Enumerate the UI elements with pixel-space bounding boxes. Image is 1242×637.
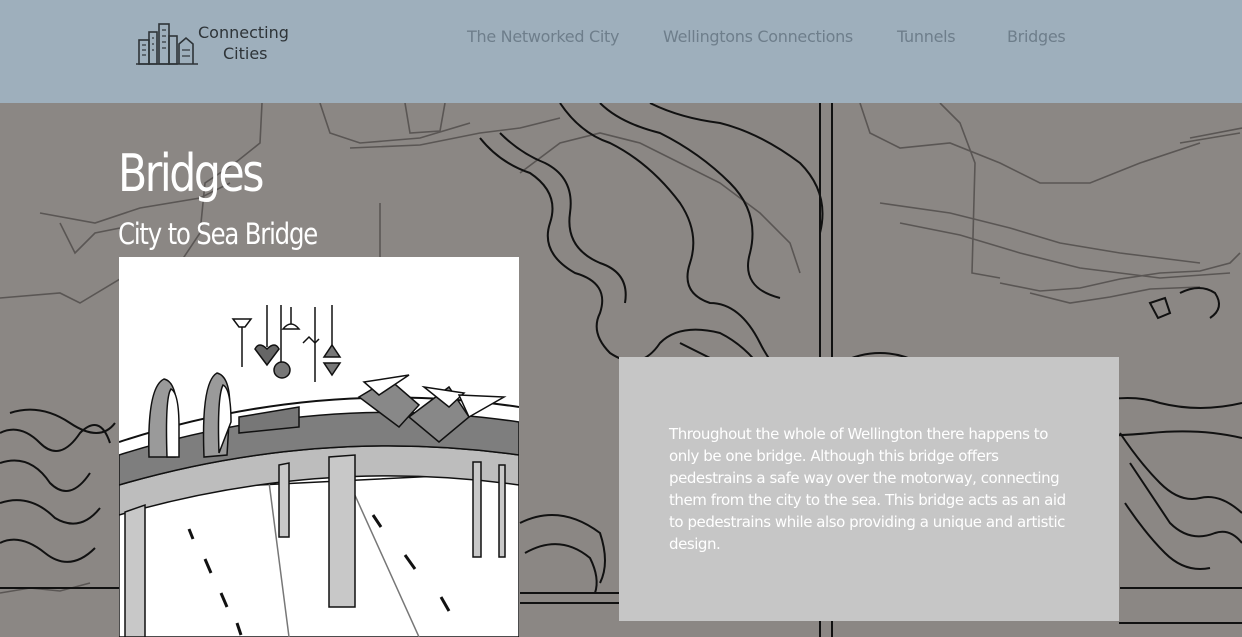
nav-link-wellingtons-connections[interactable]: Wellingtons Connections	[663, 27, 853, 47]
main-nav: The Networked City Wellingtons Connectio…	[0, 27, 1242, 51]
site-header: Connecting Cities The Networked City Wel…	[0, 0, 1242, 103]
nav-link-tunnels[interactable]: Tunnels	[897, 27, 956, 47]
description-text: Throughout the whole of Wellington there…	[669, 425, 1066, 553]
bridge-illustration	[119, 257, 519, 637]
description-card: Throughout the whole of Wellington there…	[619, 357, 1119, 621]
page-subtitle: City to Sea Bridge	[118, 217, 318, 251]
nav-link-networked-city[interactable]: The Networked City	[467, 27, 619, 47]
page-title: Bridges	[118, 144, 264, 204]
nav-link-bridges[interactable]: Bridges	[1007, 27, 1066, 47]
